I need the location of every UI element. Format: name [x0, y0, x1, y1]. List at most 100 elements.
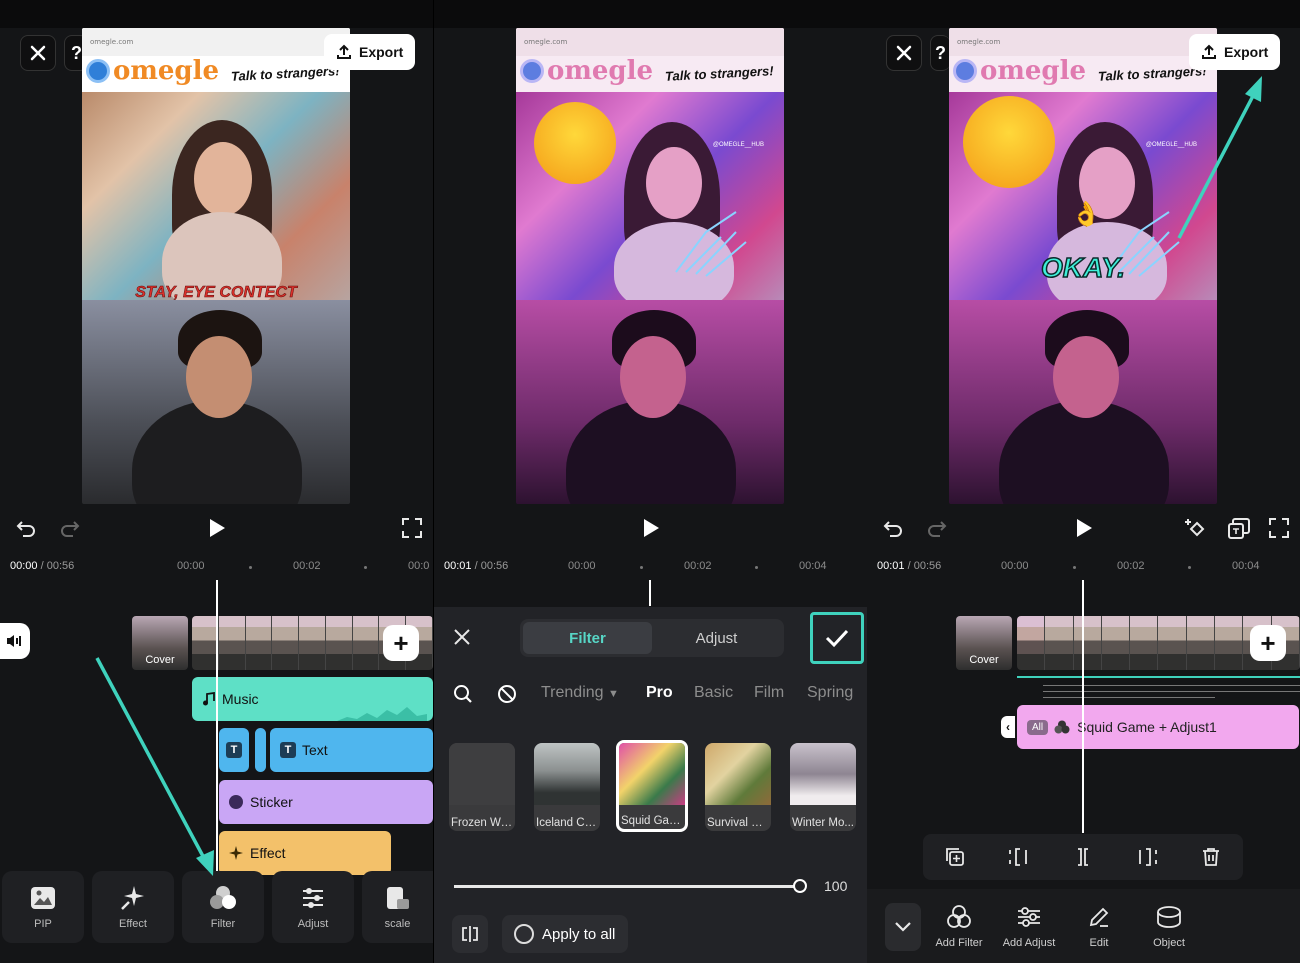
playhead[interactable] [649, 580, 651, 606]
text-track-clip[interactable]: T [219, 728, 249, 772]
sticker-track[interactable]: Sticker [219, 780, 433, 824]
mute-button[interactable] [0, 623, 30, 659]
redo-button[interactable] [58, 516, 82, 540]
confirm-button[interactable] [810, 612, 864, 664]
play-button[interactable] [639, 516, 663, 540]
play-button[interactable] [205, 516, 229, 540]
trim-left-icon [1008, 847, 1030, 867]
omegle-logo: omegle [953, 56, 1086, 86]
text-track[interactable]: T Text [270, 728, 433, 772]
tool-effect[interactable]: Effect [92, 871, 174, 943]
intensity-slider[interactable] [454, 885, 800, 888]
fullscreen-icon [402, 518, 422, 538]
trim-left-button[interactable] [1006, 844, 1032, 870]
text-icon: T [280, 742, 296, 758]
export-button[interactable]: Export [1189, 34, 1280, 70]
tool-object[interactable]: Object [1134, 903, 1204, 949]
duplicate-button[interactable] [942, 844, 968, 870]
track-handle-left[interactable]: ‹ [1001, 716, 1015, 738]
export-button[interactable]: Export [324, 34, 415, 70]
effect-icon [119, 884, 147, 912]
playhead[interactable] [216, 580, 218, 872]
checkbox[interactable] [514, 924, 534, 944]
trim-right-button[interactable] [1134, 844, 1160, 870]
upload-icon [1201, 44, 1217, 60]
undo-icon [15, 517, 37, 539]
bottom-video [82, 300, 350, 504]
redo-button[interactable] [925, 516, 949, 540]
fullscreen-button[interactable] [1267, 516, 1291, 540]
close-button[interactable] [20, 35, 56, 71]
category-film[interactable]: Film [754, 684, 784, 702]
split-button[interactable] [1070, 844, 1096, 870]
filter-thumbnail [619, 743, 685, 805]
video-preview[interactable]: omegle.com omegle Talk to strangers! STA… [82, 28, 350, 504]
browser-screenshot: omegle.com omegle Talk to strangers! [516, 28, 784, 92]
undo-button[interactable] [14, 516, 38, 540]
tool-scale[interactable]: scale [362, 871, 433, 943]
tab-adjust[interactable]: Adjust [652, 622, 781, 654]
ban-icon [497, 684, 517, 704]
add-clip-button[interactable]: + [1250, 625, 1286, 661]
watermark: @OMEGLE__HUB [713, 142, 764, 148]
total-time: / 00:56 [41, 560, 75, 572]
close-button[interactable] [886, 35, 922, 71]
category-spring[interactable]: Spring [807, 684, 853, 702]
play-button[interactable] [1072, 516, 1096, 540]
category-trending[interactable]: Trending ▼ [541, 684, 619, 702]
add-clip-button[interactable]: + [383, 625, 419, 661]
tick-label: 00:00 [177, 560, 205, 572]
browser-screenshot: omegle.com omegle Talk to strangers! [949, 28, 1217, 92]
category-pro[interactable]: Pro [646, 684, 673, 702]
video-preview[interactable]: omegle.com omegle Talk to strangers! @OM… [516, 28, 784, 504]
compare-button[interactable] [452, 915, 488, 953]
category-basic[interactable]: Basic [694, 684, 733, 702]
slider-knob[interactable] [793, 879, 807, 893]
tool-adjust[interactable]: Adjust [272, 871, 354, 943]
filter-item[interactable]: Survival G... [705, 743, 771, 831]
filter-item[interactable]: Iceland Co... [534, 743, 600, 831]
video-preview[interactable]: omegle.com omegle Talk to strangers! @OM… [949, 28, 1217, 504]
top-video: @OMEGLE__HUB [516, 92, 784, 300]
filter-item-selected[interactable]: Squid Game [616, 740, 688, 832]
all-chip: All [1027, 720, 1048, 735]
chevron-left-icon: ‹ [1006, 720, 1010, 734]
tab-filter[interactable]: Filter [523, 622, 652, 654]
search-button[interactable] [452, 683, 474, 705]
cover-button[interactable]: Cover [132, 616, 188, 670]
filter-item[interactable]: Winter Mo... [790, 743, 856, 831]
playhead[interactable] [1082, 580, 1084, 833]
tool-add-adjust[interactable]: Add Adjust [994, 903, 1064, 949]
filter-item[interactable]: Frozen Wo... [449, 743, 515, 831]
keyframe-button[interactable] [1183, 516, 1209, 542]
help-button[interactable]: ? [930, 35, 950, 71]
cancel-button[interactable] [450, 625, 474, 649]
caption-button[interactable] [1226, 516, 1252, 542]
no-filter-button[interactable] [496, 683, 518, 705]
cover-button[interactable]: Cover [956, 616, 1012, 670]
delete-button[interactable] [1198, 844, 1224, 870]
filter-track[interactable]: All Squid Game + Adjust1 [1017, 705, 1299, 749]
tool-pip[interactable]: PIP [2, 871, 84, 943]
tool-add-filter[interactable]: Add Filter [924, 903, 994, 949]
effect-track[interactable]: Effect [219, 831, 391, 875]
music-track[interactable]: Music [192, 677, 433, 721]
compare-icon [461, 925, 479, 943]
apply-to-all-toggle[interactable]: Apply to all [502, 915, 628, 953]
tool-edit[interactable]: Edit [1064, 903, 1134, 949]
text-icon: T [226, 742, 242, 758]
bottom-toolbar: Add Filter Add Adjust Edit Object [867, 889, 1300, 963]
collapsed-track [1043, 697, 1215, 698]
undo-button[interactable] [881, 516, 905, 540]
collapse-button[interactable] [885, 903, 921, 951]
url-bar: omegle.com [516, 28, 784, 56]
text-track-clip[interactable] [255, 728, 266, 772]
top-video: STAY, EYE CONTECT [82, 92, 350, 300]
tool-filter[interactable]: Filter [182, 871, 264, 943]
sparkle-icon [229, 846, 243, 860]
fullscreen-button[interactable] [400, 516, 424, 540]
play-icon [1075, 518, 1093, 538]
redo-icon [59, 517, 81, 539]
undo-icon [882, 517, 904, 539]
collapsed-track [1017, 676, 1300, 678]
